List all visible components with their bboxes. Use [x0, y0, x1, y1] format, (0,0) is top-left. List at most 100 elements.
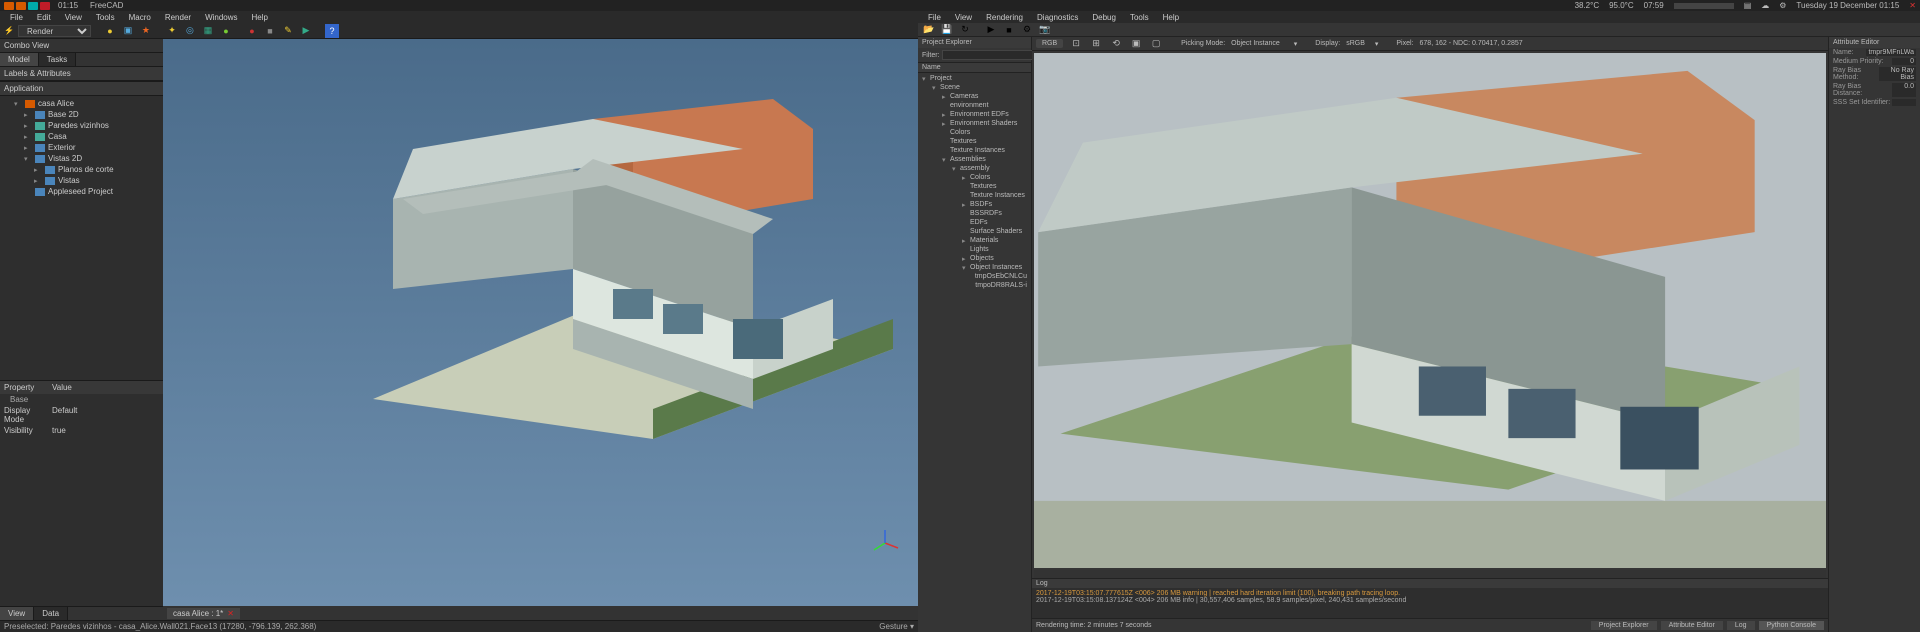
tree-item[interactable]: ▸Exterior — [0, 142, 163, 153]
menu-view[interactable]: View — [949, 13, 978, 22]
menu-file[interactable]: File — [922, 13, 947, 22]
3d-viewport[interactable] — [163, 39, 918, 606]
attribute-row[interactable]: Ray Bias Method:No Ray Bias — [1829, 66, 1920, 82]
reset-zoom-icon[interactable]: ⟲ — [1109, 37, 1123, 51]
tool-render-start-icon[interactable]: ▶ — [984, 23, 998, 37]
render-viewport[interactable] — [1034, 53, 1826, 568]
menu-macro[interactable]: Macro — [123, 13, 157, 22]
horizontal-scrollbar[interactable] — [1034, 570, 1826, 578]
tab-tasks[interactable]: Tasks — [39, 53, 76, 66]
tool-image-icon[interactable]: ▦ — [201, 24, 215, 38]
tool-whatsthis-icon[interactable]: ? — [325, 24, 339, 38]
tree-item[interactable]: ▸Environment Shaders — [918, 119, 1031, 128]
tool-record-icon[interactable]: ● — [245, 24, 259, 38]
tree-item[interactable]: EDFs — [918, 218, 1031, 227]
tree-item[interactable]: Texture Instances — [918, 146, 1031, 155]
tree-item[interactable]: Textures — [918, 137, 1031, 146]
tree-item[interactable]: ▸Base 2D — [0, 109, 163, 120]
menu-tools[interactable]: Tools — [1124, 13, 1155, 22]
menu-help[interactable]: Help — [246, 13, 274, 22]
window-btn-icon[interactable] — [16, 2, 26, 10]
crop-icon[interactable]: ▣ — [1129, 37, 1143, 51]
tool-play-icon[interactable]: ▶ — [299, 24, 313, 38]
menu-debug[interactable]: Debug — [1086, 13, 1122, 22]
tool-sun-icon[interactable]: ● — [219, 24, 233, 38]
tree-item[interactable]: ▸Environment EDFs — [918, 110, 1031, 119]
close-icon[interactable]: ✕ — [227, 609, 234, 618]
panel-toggle-project-explorer[interactable]: Project Explorer — [1591, 621, 1657, 630]
tree-item[interactable]: ▾casa Alice — [0, 98, 163, 109]
tree-item[interactable]: ▸Casa — [0, 131, 163, 142]
tree-item[interactable]: tmpoDR8RALS-i — [918, 281, 1031, 290]
tree-item[interactable]: Surface Shaders — [918, 227, 1031, 236]
tree-item[interactable]: ▸BSDFs — [918, 200, 1031, 209]
tool-stop-icon[interactable]: ■ — [263, 24, 277, 38]
property-row[interactable]: Visibilitytrue — [0, 425, 163, 436]
tree-item[interactable]: Texture Instances — [918, 191, 1031, 200]
attribute-row[interactable]: Ray Bias Distance:0.0 — [1829, 82, 1920, 98]
close-icon[interactable]: ✕ — [1909, 1, 1916, 10]
tree-item[interactable]: ▸Objects — [918, 254, 1031, 263]
tool-edit-icon[interactable]: ✎ — [281, 24, 295, 38]
menu-windows[interactable]: Windows — [199, 13, 243, 22]
panel-toggle-python-console[interactable]: Python Console — [1759, 621, 1824, 630]
nav-style-selector[interactable]: Gesture ▾ — [879, 622, 914, 631]
panel-toggle-log[interactable]: Log — [1727, 621, 1755, 630]
tool-camera-icon[interactable]: 📷 — [1038, 23, 1052, 37]
picking-mode-value[interactable]: Object Instance — [1231, 40, 1280, 47]
tree-item[interactable]: Colors — [918, 128, 1031, 137]
panel-toggle-attribute-editor[interactable]: Attribute Editor — [1661, 621, 1723, 630]
tool-reload-icon[interactable]: ↻ — [958, 23, 972, 37]
clear-crop-icon[interactable]: ▢ — [1149, 37, 1163, 51]
tree-item[interactable]: Lights — [918, 245, 1031, 254]
window-btn-icon[interactable] — [40, 2, 50, 10]
tool-save-icon[interactable]: 💾 — [940, 23, 954, 37]
zoom-actual-icon[interactable]: ⊞ — [1089, 37, 1103, 51]
tab-view[interactable]: View — [0, 607, 34, 620]
tree-item[interactable]: BSSRDFs — [918, 209, 1031, 218]
tree-item[interactable]: ▾assembly — [918, 164, 1031, 173]
tree-item[interactable]: ▸Vistas — [0, 175, 163, 186]
workbench-selector[interactable]: Render — [18, 25, 91, 37]
menu-view[interactable]: View — [59, 13, 88, 22]
tree-item[interactable]: ▸Planos de corte — [0, 164, 163, 175]
window-btn-icon[interactable] — [4, 2, 14, 10]
zoom-fit-icon[interactable]: ⊡ — [1069, 37, 1083, 51]
menu-render[interactable]: Render — [159, 13, 197, 22]
log-body[interactable]: 2017-12-19T03:15:07.777615Z <006> 206 MB… — [1032, 588, 1828, 618]
tool-folder-icon[interactable]: ▣ — [121, 24, 135, 38]
tool-star-icon[interactable]: ★ — [139, 24, 153, 38]
tray-icon[interactable]: ⚙ — [1779, 1, 1786, 10]
attribute-row[interactable]: Name:tmpr9MFnLWa — [1829, 48, 1920, 57]
tree-item[interactable]: environment — [918, 101, 1031, 110]
menu-file[interactable]: File — [4, 13, 29, 22]
tool-settings-icon[interactable]: ⚙ — [1020, 23, 1034, 37]
tool-camera-icon[interactable]: ◎ — [183, 24, 197, 38]
attribute-row[interactable]: SSS Set Identifier: — [1829, 98, 1920, 107]
menu-help[interactable]: Help — [1157, 13, 1185, 22]
tree-item[interactable]: ▾Object Instances — [918, 263, 1031, 272]
menu-diagnostics[interactable]: Diagnostics — [1031, 13, 1084, 22]
tool-sphere-yellow-icon[interactable]: ● — [103, 24, 117, 38]
tree-item[interactable]: tmpOsEbCNLCu — [918, 272, 1031, 281]
tree-item[interactable]: Textures — [918, 182, 1031, 191]
tool-render-stop-icon[interactable]: ■ — [1002, 23, 1016, 37]
filter-input[interactable] — [942, 50, 1039, 60]
channel-selector[interactable]: RGB — [1036, 39, 1063, 48]
tray-icon[interactable]: ☁ — [1761, 1, 1769, 10]
attribute-row[interactable]: Medium Priority:0 — [1829, 57, 1920, 66]
menu-tools[interactable]: Tools — [90, 13, 121, 22]
tool-render-icon[interactable]: ✦ — [165, 24, 179, 38]
tree-item[interactable]: ▾Project — [918, 74, 1031, 83]
project-tree[interactable]: ▾Project▾Scene▸Camerasenvironment▸Enviro… — [918, 73, 1031, 632]
menu-rendering[interactable]: Rendering — [980, 13, 1029, 22]
tray-icon[interactable]: ▤ — [1744, 1, 1752, 10]
tree-item[interactable]: ▾Scene — [918, 83, 1031, 92]
menu-edit[interactable]: Edit — [31, 13, 57, 22]
tab-data[interactable]: Data — [34, 607, 68, 620]
tree-item[interactable]: Appleseed Project — [0, 186, 163, 197]
tree-item[interactable]: ▾Assemblies — [918, 155, 1031, 164]
tool-open-icon[interactable]: 📂 — [922, 23, 936, 37]
property-row[interactable]: Display ModeDefault — [0, 405, 163, 425]
tree-item[interactable]: ▸Cameras — [918, 92, 1031, 101]
